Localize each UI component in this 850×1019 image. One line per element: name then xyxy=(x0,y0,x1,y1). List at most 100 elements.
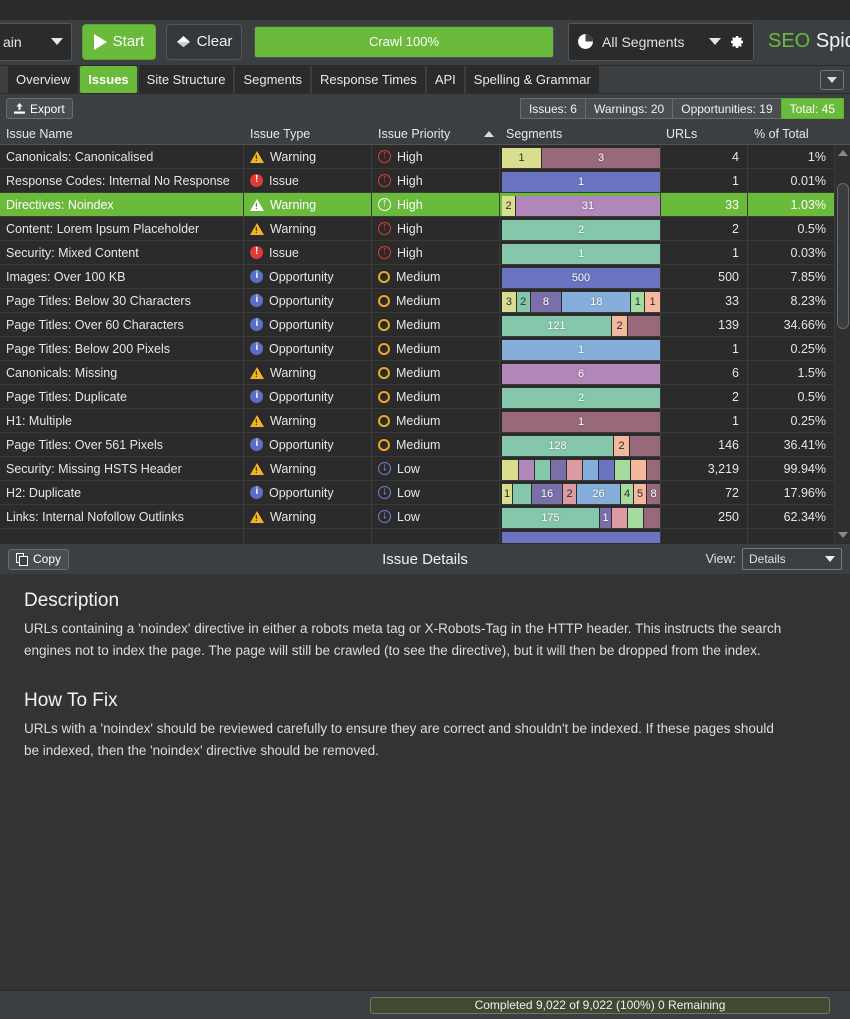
tab-overflow-button[interactable] xyxy=(820,70,844,90)
segment-cell: 2 xyxy=(517,292,531,312)
warning-icon xyxy=(250,151,264,163)
scroll-down-button[interactable] xyxy=(835,527,850,543)
table-row[interactable] xyxy=(0,529,850,543)
issue-type-label: Warning xyxy=(270,510,316,524)
view-dropdown[interactable]: Details xyxy=(742,548,842,570)
table-row[interactable]: Canonicals: CanonicalisedWarningHigh1341… xyxy=(0,145,850,169)
cell-issue-priority: Low xyxy=(372,505,500,528)
cell-pct-of-total: 0.5% xyxy=(748,217,834,240)
table-row[interactable]: Directives: NoindexWarningHigh231331.03% xyxy=(0,193,850,217)
column-header-issue-name[interactable]: Issue Name xyxy=(0,127,244,141)
table-row[interactable]: Security: Missing HSTS HeaderWarningLow3… xyxy=(0,457,850,481)
segments-dropdown[interactable]: All Segments xyxy=(568,23,754,61)
column-header-issue-priority[interactable]: Issue Priority xyxy=(372,127,500,141)
crawl-progress-label: Crawl 100% xyxy=(369,34,439,49)
priority-high-icon xyxy=(378,198,391,211)
segments-value: All Segments xyxy=(602,34,701,50)
table-header-row: Issue Name Issue Type Issue Priority Seg… xyxy=(0,123,850,145)
seo-spider-window: ain Start Clear Crawl 100% xyxy=(0,0,850,1019)
table-row[interactable]: Page Titles: DuplicateOpportunityMedium2… xyxy=(0,385,850,409)
cell-issue-name: H2: Duplicate xyxy=(0,481,244,504)
cell-issue-priority: Medium xyxy=(372,433,500,456)
priority-low-icon xyxy=(378,510,391,523)
opportunity-icon xyxy=(250,294,263,307)
cell-pct-of-total: 1.5% xyxy=(748,361,834,384)
table-row[interactable]: Page Titles: Below 30 CharactersOpportun… xyxy=(0,289,850,313)
cell-issue-name: Canonicals: Canonicalised xyxy=(0,145,244,168)
url-mode-dropdown[interactable]: ain xyxy=(0,23,72,61)
table-row[interactable]: Response Codes: Internal No ResponseIssu… xyxy=(0,169,850,193)
table-vertical-scrollbar[interactable] xyxy=(834,145,850,543)
scrollbar-thumb[interactable] xyxy=(837,183,849,329)
cell-pct-of-total: 62.34% xyxy=(748,505,834,528)
table-row[interactable]: Page Titles: Over 60 CharactersOpportuni… xyxy=(0,313,850,337)
cell-pct-of-total: 0.03% xyxy=(748,241,834,264)
tab-overview[interactable]: Overview xyxy=(8,66,78,93)
chevron-down-icon xyxy=(709,38,721,45)
tab-response-times[interactable]: Response Times xyxy=(312,66,425,93)
app-brand: SEO Spider xyxy=(768,30,850,53)
export-button[interactable]: Export xyxy=(6,98,73,119)
cell-segments: 6 xyxy=(500,361,660,384)
column-header-pct-of-total[interactable]: % of Total xyxy=(748,127,834,141)
scroll-up-button[interactable] xyxy=(835,145,850,161)
export-bar: Export Issues: 6 Warnings: 20 Opportunit… xyxy=(0,94,850,123)
cell-issue-priority: Medium xyxy=(372,361,500,384)
chevron-up-icon xyxy=(838,150,848,156)
cell-urls: 1 xyxy=(660,409,748,432)
chip-warnings[interactable]: Warnings: 20 xyxy=(585,98,673,119)
column-header-urls[interactable]: URLs xyxy=(660,127,748,141)
table-row[interactable]: H2: DuplicateOpportunityLow1162264587217… xyxy=(0,481,850,505)
clear-button[interactable]: Clear xyxy=(166,24,242,60)
segment-cell xyxy=(567,460,583,480)
segment-cell xyxy=(631,460,647,480)
cell-segments: 1 xyxy=(500,409,660,432)
tab-label: Response Times xyxy=(320,72,417,87)
chip-opportunities[interactable]: Opportunities: 19 xyxy=(672,98,781,119)
segment-cell: 1 xyxy=(645,292,660,312)
tab-spelling-grammar[interactable]: Spelling & Grammar xyxy=(466,66,599,93)
segment-cell: 500 xyxy=(502,268,660,288)
priority-low-icon xyxy=(378,486,391,499)
table-row[interactable]: Security: Mixed ContentIssueHigh110.03% xyxy=(0,241,850,265)
gear-icon[interactable] xyxy=(729,34,745,50)
column-header-segments[interactable]: Segments xyxy=(500,127,660,141)
copy-button[interactable]: Copy xyxy=(8,549,69,570)
segment-cell xyxy=(615,460,631,480)
issue-priority-label: Medium xyxy=(396,270,440,284)
tab-api[interactable]: API xyxy=(427,66,464,93)
chip-label: Total: 45 xyxy=(790,102,835,116)
cell-segments: 1212 xyxy=(500,313,660,336)
tab-label: Overview xyxy=(16,72,70,87)
cell-segments: 1282 xyxy=(500,433,660,456)
tab-segments[interactable]: Segments xyxy=(235,66,310,93)
table-row[interactable]: Page Titles: Over 561 PixelsOpportunityM… xyxy=(0,433,850,457)
cell-issue-priority: Medium xyxy=(372,289,500,312)
chip-issues[interactable]: Issues: 6 xyxy=(520,98,586,119)
cell-urls: 33 xyxy=(660,289,748,312)
export-icon xyxy=(14,103,25,115)
cell-urls: 6 xyxy=(660,361,748,384)
segment-cell: 175 xyxy=(502,508,600,528)
cell-urls: 500 xyxy=(660,265,748,288)
table-row[interactable]: H1: MultipleWarningMedium110.25% xyxy=(0,409,850,433)
scrollbar-track[interactable] xyxy=(835,161,850,527)
issue-icon xyxy=(250,246,263,259)
tab-site-structure[interactable]: Site Structure xyxy=(139,66,234,93)
start-button[interactable]: Start xyxy=(82,24,156,60)
brand-seo: SEO xyxy=(768,30,810,52)
segment-bar: 13 xyxy=(502,148,660,168)
warning-icon xyxy=(250,367,264,379)
table-row[interactable]: Images: Over 100 KBOpportunityMedium5005… xyxy=(0,265,850,289)
issues-table: Issue Name Issue Type Issue Priority Seg… xyxy=(0,123,850,543)
column-header-issue-type[interactable]: Issue Type xyxy=(244,127,372,141)
tab-issues[interactable]: Issues xyxy=(80,66,136,93)
cell-issue-name: Page Titles: Duplicate xyxy=(0,385,244,408)
table-row[interactable]: Canonicals: MissingWarningMedium661.5% xyxy=(0,361,850,385)
cell-issue-type: Opportunity xyxy=(244,385,372,408)
table-row[interactable]: Links: Internal Nofollow OutlinksWarning… xyxy=(0,505,850,529)
table-row[interactable]: Page Titles: Below 200 PixelsOpportunity… xyxy=(0,337,850,361)
table-row[interactable]: Content: Lorem Ipsum PlaceholderWarningH… xyxy=(0,217,850,241)
chip-total[interactable]: Total: 45 xyxy=(781,98,844,119)
play-icon xyxy=(94,34,107,50)
